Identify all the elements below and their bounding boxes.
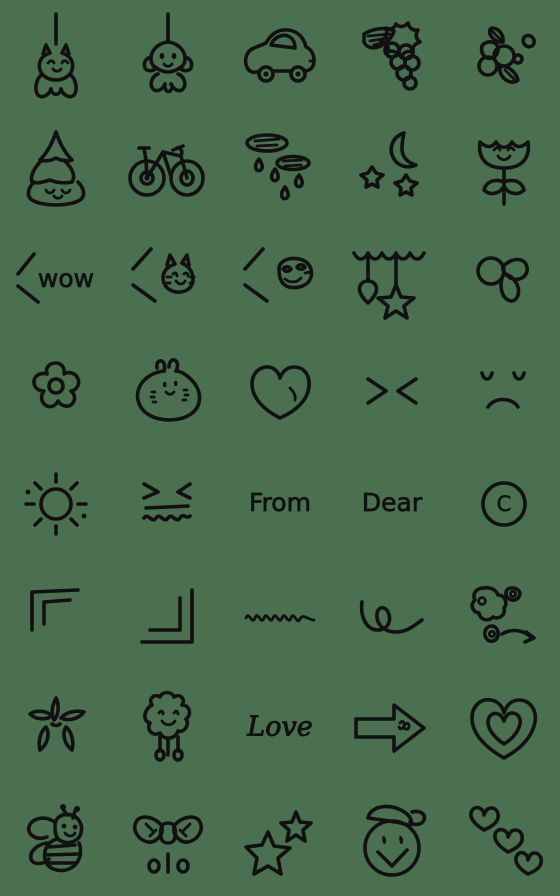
sparkle-burst-icon [28,696,86,752]
excited-cat-icon [131,247,196,303]
sticker-cell[interactable] [448,0,560,112]
grapes-icon [362,21,422,91]
swirl-flourish-icon [359,600,424,634]
sticker-cell[interactable] [0,448,112,560]
bee-icon [26,804,84,873]
sticker-cell[interactable] [448,560,560,672]
wavy-line-icon [244,614,316,623]
sticker-cell[interactable] [336,112,448,224]
sheep-icon [143,690,192,762]
sad-face-icon [480,371,526,409]
sticker-cell[interactable] [112,560,224,672]
sticker-cell[interactable] [336,784,448,896]
bicycle-icon [128,144,205,197]
sticker-cell[interactable]: Love [224,672,336,784]
bunny-blob-icon [135,358,202,422]
sticker-cell[interactable]: From [224,448,336,560]
sticker-cell[interactable] [448,336,560,448]
sticker-cell[interactable]: wow [0,224,112,336]
sticker-cell[interactable] [336,224,448,336]
arrow-right-icon [354,703,426,753]
sticker-cell[interactable] [336,560,448,672]
flower-vine-icon [470,585,536,644]
sticker-cell[interactable] [0,560,112,672]
dear-text-icon: Dear [362,488,424,518]
sticker-cell[interactable] [0,0,112,112]
corner-bracket-bottom-right-icon [140,588,194,644]
sticker-cell[interactable] [224,0,336,112]
pine-tree-icon [26,130,86,207]
sticker-cell[interactable] [112,224,224,336]
wow-label: wow [38,264,94,293]
sticker-cell[interactable] [224,560,336,672]
sticker-cell[interactable] [112,112,224,224]
three-hearts-icon [469,805,543,876]
tulip-icon [477,140,531,206]
sticker-cell[interactable] [0,784,112,896]
double-heart-icon [470,697,538,760]
rain-clouds-icon [245,133,311,201]
sticker-cell[interactable] [224,784,336,896]
bow-ribbon-icon [132,815,204,874]
sticker-cell[interactable] [112,0,224,112]
car-icon [243,28,316,83]
sticker-cell[interactable] [0,672,112,784]
sticker-cell[interactable] [112,672,224,784]
dear-label: Dear [362,488,423,517]
love-label: Love [246,712,312,743]
sticker-cell[interactable] [224,224,336,336]
sticker-cell[interactable] [448,784,560,896]
wavy-mouth-face-icon [142,482,192,522]
sticker-cell[interactable] [448,224,560,336]
from-label: From [249,488,311,517]
hanging-puppy-icon [142,12,194,94]
sticker-cell[interactable]: C [448,448,560,560]
sticker-cell[interactable] [224,112,336,224]
squinting-face-icon [243,247,314,303]
sticker-cell[interactable] [112,336,224,448]
berries-icon [477,26,536,84]
sticker-cell[interactable] [224,336,336,448]
sticker-cell[interactable] [336,336,448,448]
sticker-cell[interactable] [112,784,224,896]
gt-lt-face-icon [366,377,418,405]
sticker-cell[interactable] [336,672,448,784]
sticker-cell[interactable] [0,336,112,448]
from-text-icon: From [249,488,312,518]
sticker-cell[interactable] [0,112,112,224]
sticker-cell[interactable] [448,672,560,784]
heart-icon [250,365,311,420]
copyright-label: C [497,492,512,516]
love-text-icon: Love [246,711,313,743]
sticker-cell[interactable] [448,112,560,224]
clover-sprout-icon [476,256,529,303]
flower-icon [32,361,81,409]
sticker-cell[interactable] [112,448,224,560]
sticker-cell[interactable]: Dear [336,448,448,560]
sticker-sheet: wow From Dear C Love [0,0,560,896]
hanging-cat-icon [34,12,78,99]
sticker-cell[interactable] [336,0,448,112]
corner-bracket-top-left-icon [30,588,80,632]
apple-face-icon [363,804,427,877]
sun-icon [24,472,88,536]
copyright-icon: C [481,481,527,527]
wow-text-icon: wow [16,252,94,304]
stars-icon [244,810,313,876]
moon-stars-icon [359,131,419,197]
garland-icon [352,251,426,320]
